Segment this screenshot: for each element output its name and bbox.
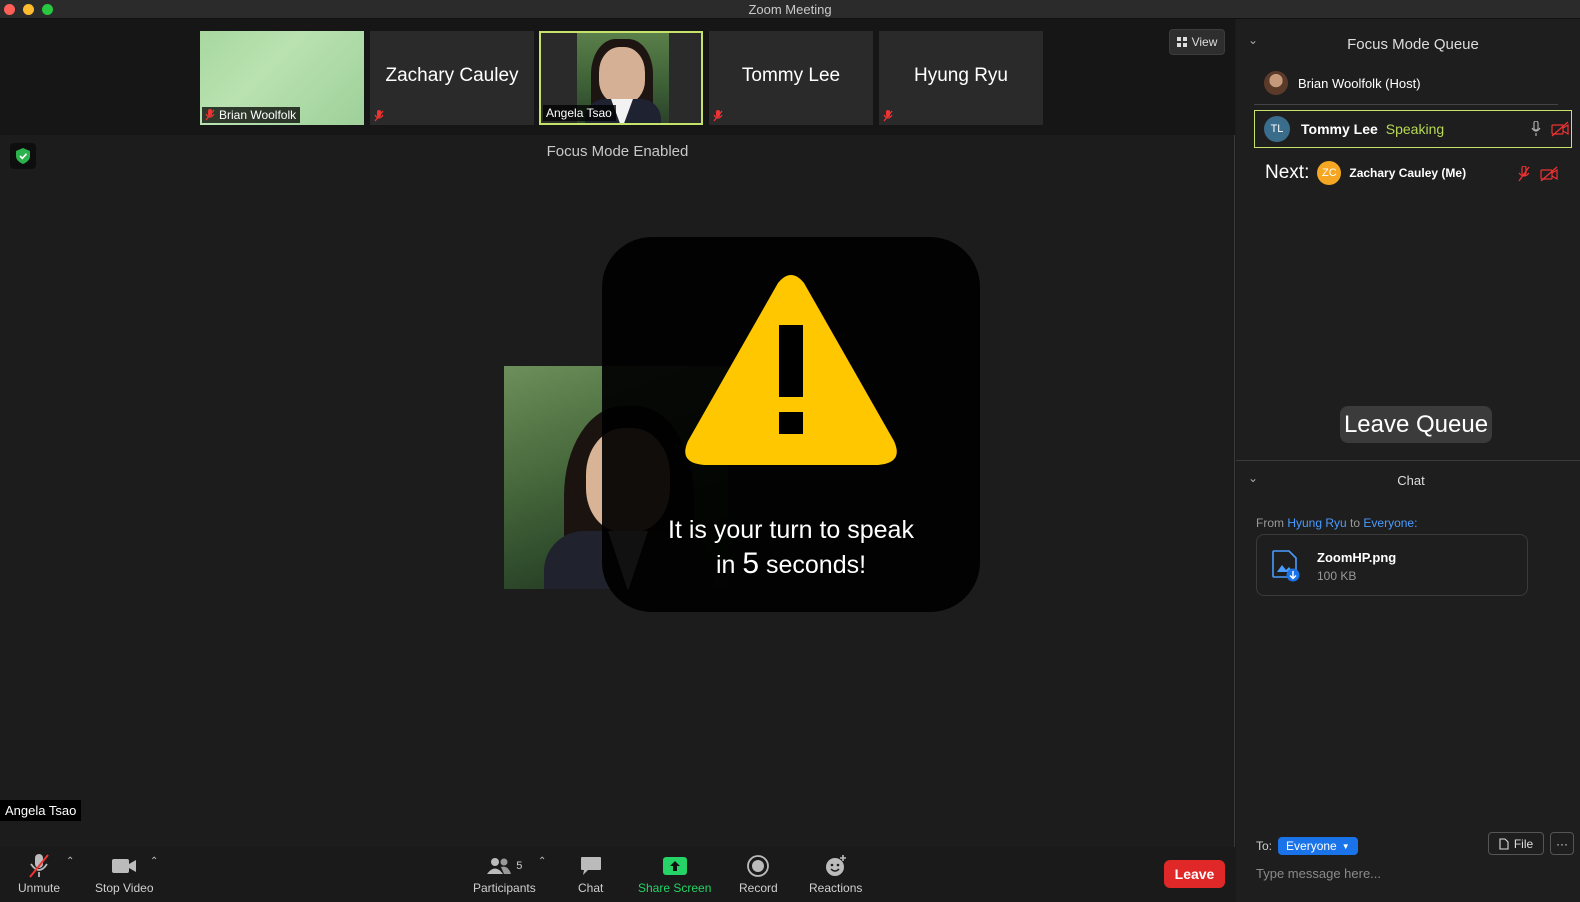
microphone-icon (1531, 121, 1541, 136)
chat-button[interactable]: Chat (578, 851, 603, 895)
recipient-link[interactable]: Everyone: (1363, 516, 1417, 530)
video-options-chevron-icon[interactable]: ⌃ (150, 856, 158, 867)
chat-label: Chat (578, 881, 604, 895)
file-icon (1499, 837, 1509, 850)
view-button[interactable]: View (1169, 29, 1225, 55)
turn-to-speak-alert: It is your turn to speak in 5 seconds! (602, 237, 980, 612)
more-options-button[interactable]: ··· (1550, 832, 1574, 855)
participant-tile-angela-tsao[interactable]: Angela Tsao (539, 31, 703, 125)
next-label: Next: (1265, 162, 1310, 183)
participant-name: Brian Woolfolk (219, 108, 297, 122)
chat-title: Chat (1397, 473, 1425, 488)
participant-label: Angela Tsao (543, 105, 616, 121)
video-off-icon (1551, 121, 1569, 137)
countdown-seconds: 5 (742, 547, 760, 580)
muted-mic-icon (28, 851, 50, 881)
share-screen-label: Share Screen (638, 881, 712, 895)
warning-icon (685, 275, 897, 465)
alert-line-2: in 5 seconds! (715, 547, 867, 580)
alert-message: It is your turn to speak in 5 seconds! (602, 513, 980, 582)
video-camera-icon (111, 851, 137, 881)
title-bar: Zoom Meeting (0, 0, 1580, 19)
queue-speaking-row[interactable]: TL Tommy Lee Speaking (1254, 110, 1572, 148)
stop-video-label: Stop Video (95, 881, 154, 895)
muted-mic-icon (883, 110, 893, 122)
side-panel: ⌄ Focus Mode Queue Brian Woolfolk (Host)… (1236, 19, 1580, 902)
reactions-smiley-icon (824, 851, 848, 881)
meeting-area: Brian Woolfolk Zachary Cauley Angela Tsa… (0, 19, 1235, 902)
participant-name: Tommy Lee (741, 65, 841, 86)
unmute-label: Unmute (18, 881, 61, 895)
video-off-icon (1540, 166, 1558, 182)
record-button[interactable]: Record (739, 851, 778, 895)
record-icon (747, 851, 770, 881)
queue-title: Focus Mode Queue (1347, 36, 1479, 53)
alert-line-1: It is your turn to speak (668, 516, 914, 544)
reactions-label: Reactions (809, 881, 863, 895)
send-file-button[interactable]: File (1488, 832, 1544, 855)
muted-mic-icon (205, 109, 215, 121)
active-speaker-label: Angela Tsao (0, 800, 82, 821)
avatar (1264, 71, 1288, 95)
avatar: ZC (1317, 161, 1342, 185)
participants-count: 5 (516, 860, 523, 872)
window-title: Zoom Meeting (748, 2, 832, 17)
grid-view-icon (1176, 37, 1187, 47)
participants-label: Participants (473, 881, 536, 895)
file-attachment-card[interactable]: ZoomHP.png 100 KB (1256, 534, 1528, 596)
leave-queue-button[interactable]: Leave Queue (1340, 406, 1492, 443)
dropdown-caret-icon: ▼ (1341, 841, 1350, 851)
share-screen-button[interactable]: Share Screen (638, 851, 711, 895)
participant-tile-hyung-ryu[interactable]: Hyung Ryu (879, 31, 1043, 125)
stop-video-button[interactable]: Stop Video (95, 851, 154, 895)
file-name: ZoomHP.png (1317, 550, 1397, 565)
file-button-label: File (1513, 836, 1534, 851)
participant-tile-tommy-lee[interactable]: Tommy Lee (709, 31, 873, 125)
focus-mode-status: Focus Mode Enabled (546, 143, 689, 160)
record-label: Record (739, 881, 778, 895)
chat-recipient-row: To: Everyone ▼ (1256, 837, 1358, 855)
participant-name: Angela Tsao (546, 106, 612, 120)
muted-mic-icon (374, 110, 384, 122)
recipient-value: Everyone (1286, 839, 1337, 853)
to-label: To: (1256, 839, 1273, 853)
avatar: TL (1264, 116, 1290, 142)
focus-mode-queue-panel: ⌄ Focus Mode Queue Brian Woolfolk (Host)… (1236, 19, 1580, 461)
sender-link[interactable]: Hyung Ryu (1287, 516, 1346, 530)
participants-options-chevron-icon[interactable]: ⌃ (538, 856, 546, 867)
speaking-status: Speaking (1385, 121, 1445, 137)
participant-label: Brian Woolfolk (202, 107, 301, 123)
reactions-button[interactable]: Reactions (809, 851, 862, 895)
next-speaker-name: Zachary Cauley (Me) (1349, 166, 1467, 180)
queue-host-row: Brian Woolfolk (Host) (1264, 71, 1421, 95)
participants-icon: 5 (486, 851, 522, 881)
queue-next-row: Next: ZC Zachary Cauley (Me) (1265, 161, 1466, 185)
recipient-dropdown[interactable]: Everyone ▼ (1278, 837, 1358, 855)
view-button-label: View (1191, 35, 1218, 49)
muted-mic-icon (713, 110, 723, 122)
participant-tile-brian-woolfolk[interactable]: Brian Woolfolk (200, 31, 364, 125)
participant-tile-zachary-cauley[interactable]: Zachary Cauley (370, 31, 534, 125)
audio-options-chevron-icon[interactable]: ⌃ (66, 856, 74, 867)
host-name: Brian Woolfolk (Host) (1298, 75, 1421, 91)
participant-name: Zachary Cauley (385, 65, 519, 86)
file-size: 100 KB (1317, 569, 1357, 583)
muted-mic-icon (1518, 166, 1530, 182)
unmute-button[interactable]: Unmute (18, 851, 60, 895)
image-file-download-icon (1272, 550, 1300, 582)
meeting-toolbar: Unmute ⌃ Stop Video ⌃ 5 Participants ⌃ C… (0, 847, 1235, 902)
leave-meeting-button[interactable]: Leave (1164, 860, 1225, 888)
thumbnail-strip: Brian Woolfolk Zachary Cauley Angela Tsa… (0, 19, 1235, 135)
share-screen-icon (662, 851, 688, 881)
chat-message-header: From Hyung Ryu to Everyone: (1256, 516, 1418, 530)
divider (1254, 104, 1558, 105)
chat-message-input[interactable] (1256, 861, 1566, 885)
participants-button[interactable]: 5 Participants (473, 851, 536, 895)
chat-bubble-icon (580, 851, 602, 881)
participant-name: Hyung Ryu (914, 65, 1008, 86)
speaker-name: Tommy Lee (1301, 121, 1378, 137)
